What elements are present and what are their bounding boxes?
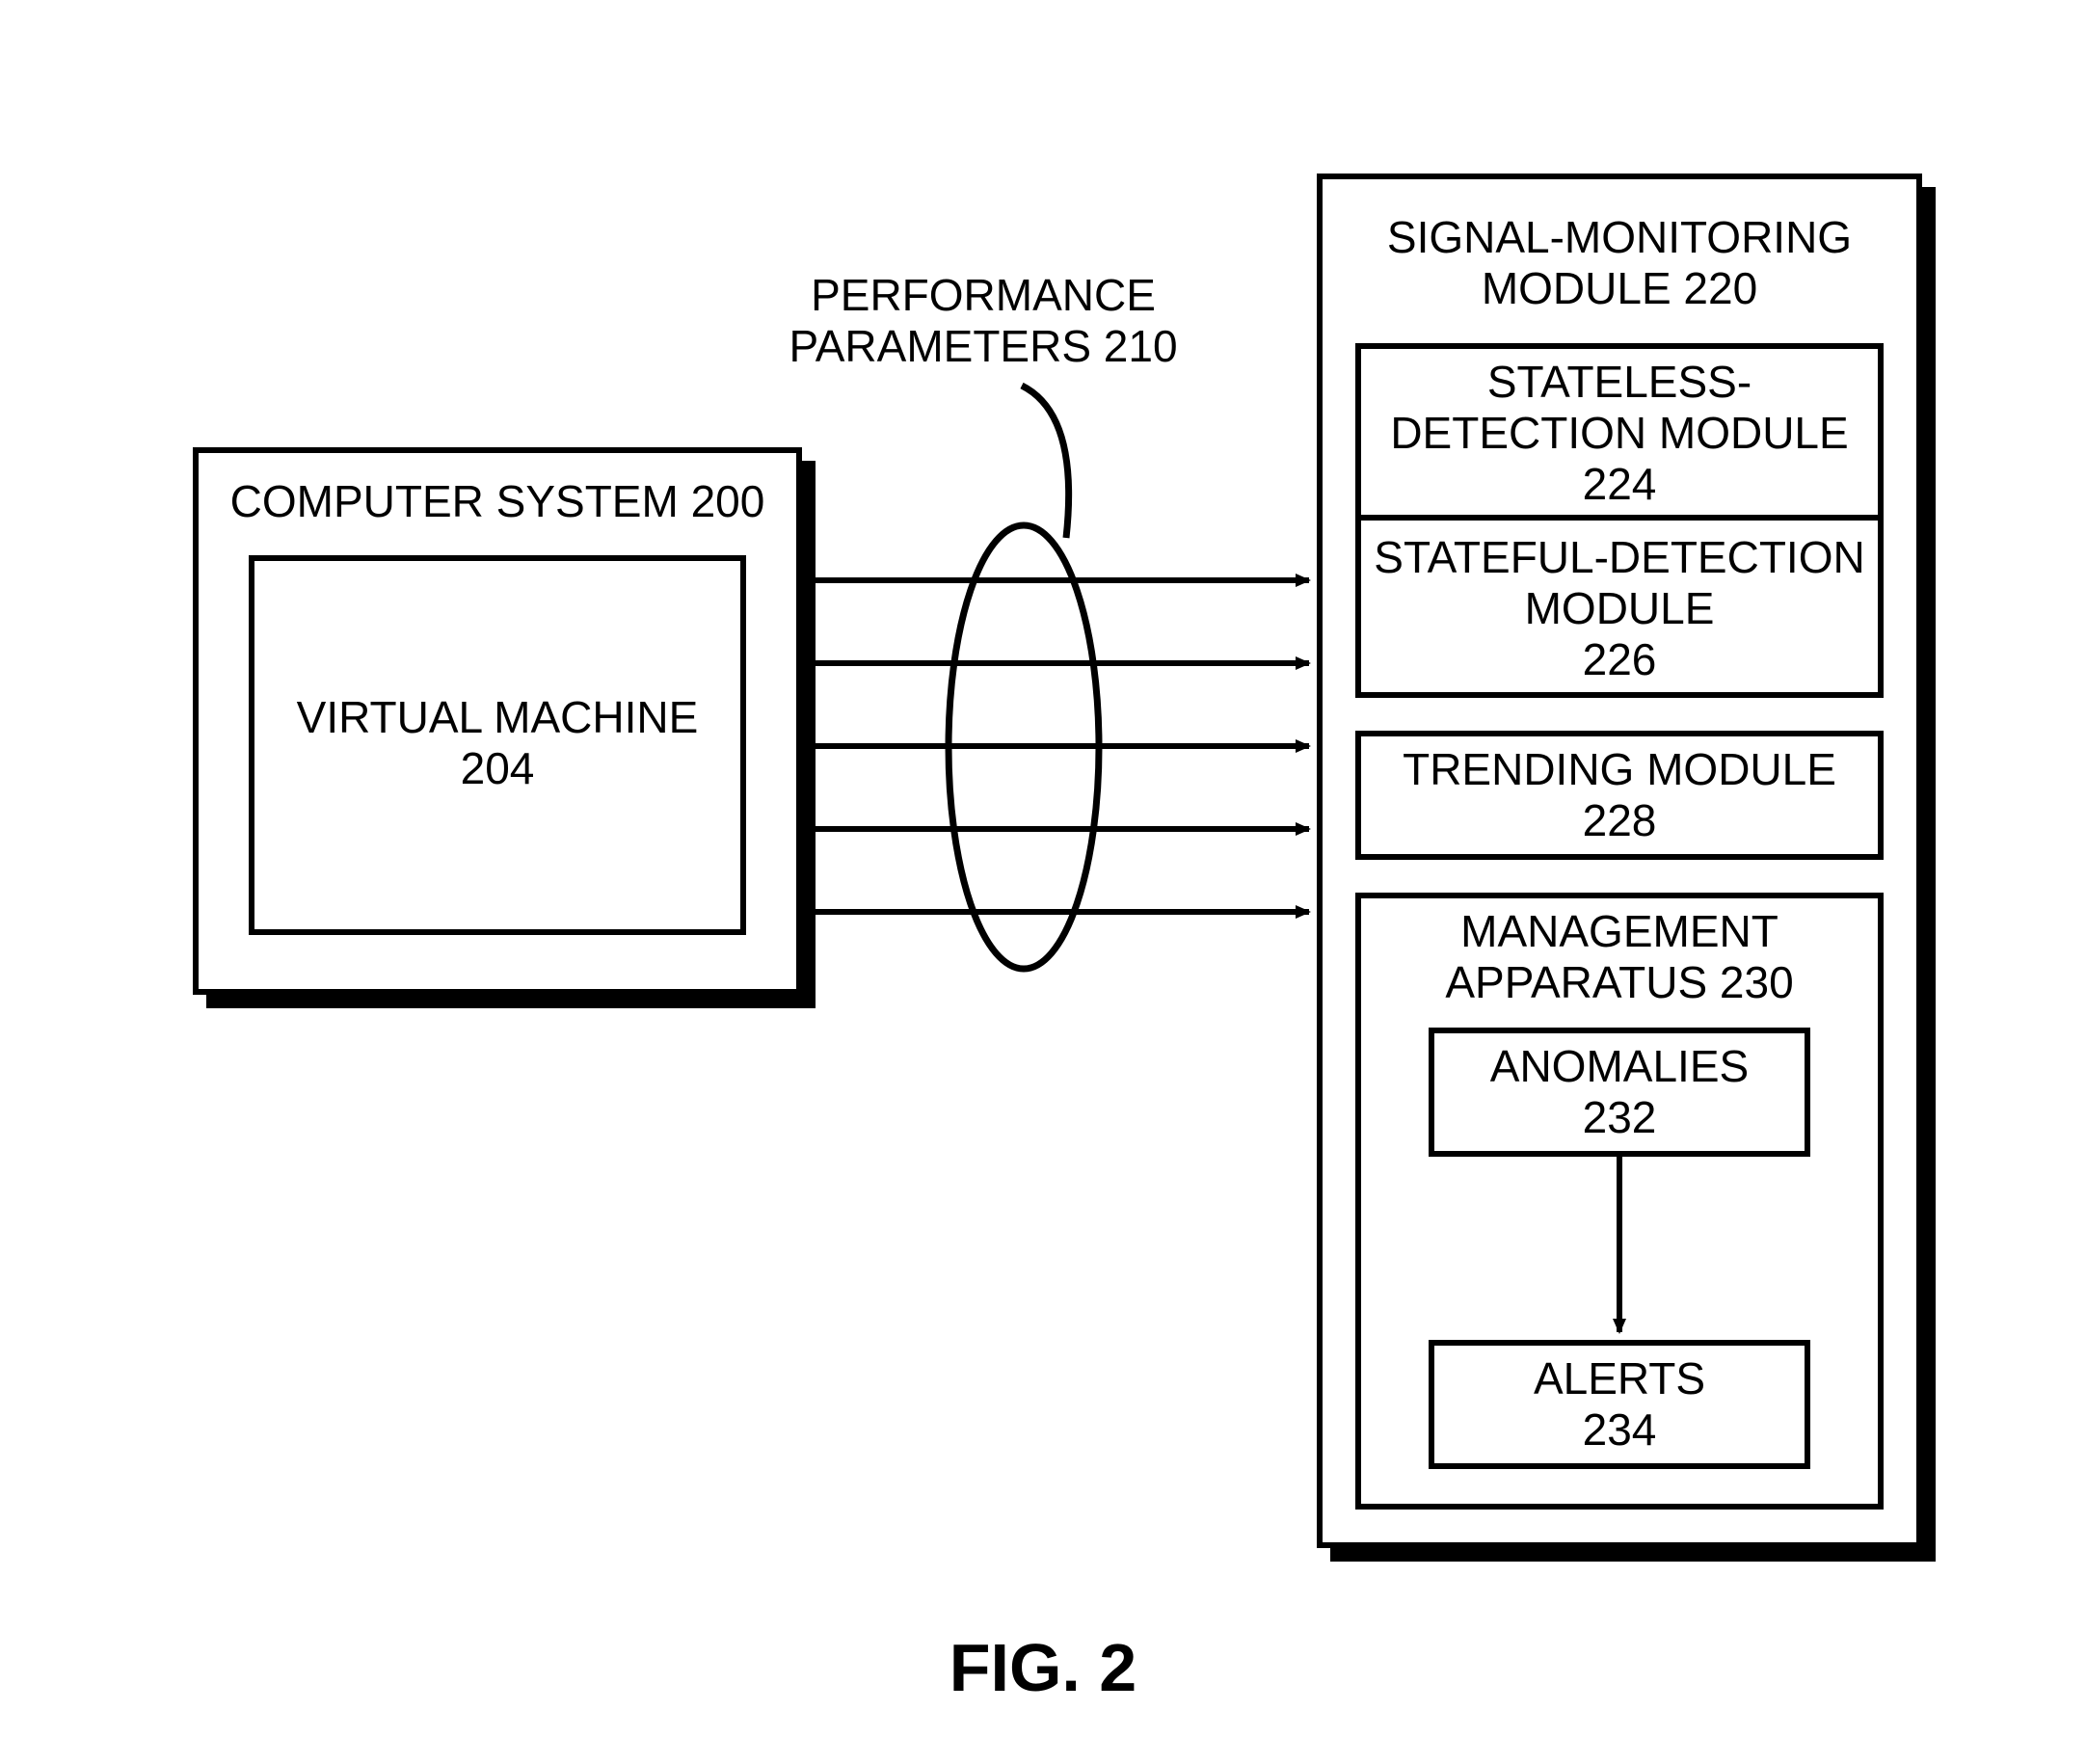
performance-leader-curve — [1022, 386, 1069, 538]
diagram-stage: COMPUTER SYSTEM 200 VIRTUAL MACHINE 204 … — [0, 0, 2086, 1764]
figure-caption: FIG. 2 — [0, 1629, 2086, 1706]
figure-caption-text: FIG. 2 — [949, 1630, 1137, 1705]
performance-arrows — [808, 580, 1309, 912]
connectors-svg — [0, 0, 2086, 1764]
